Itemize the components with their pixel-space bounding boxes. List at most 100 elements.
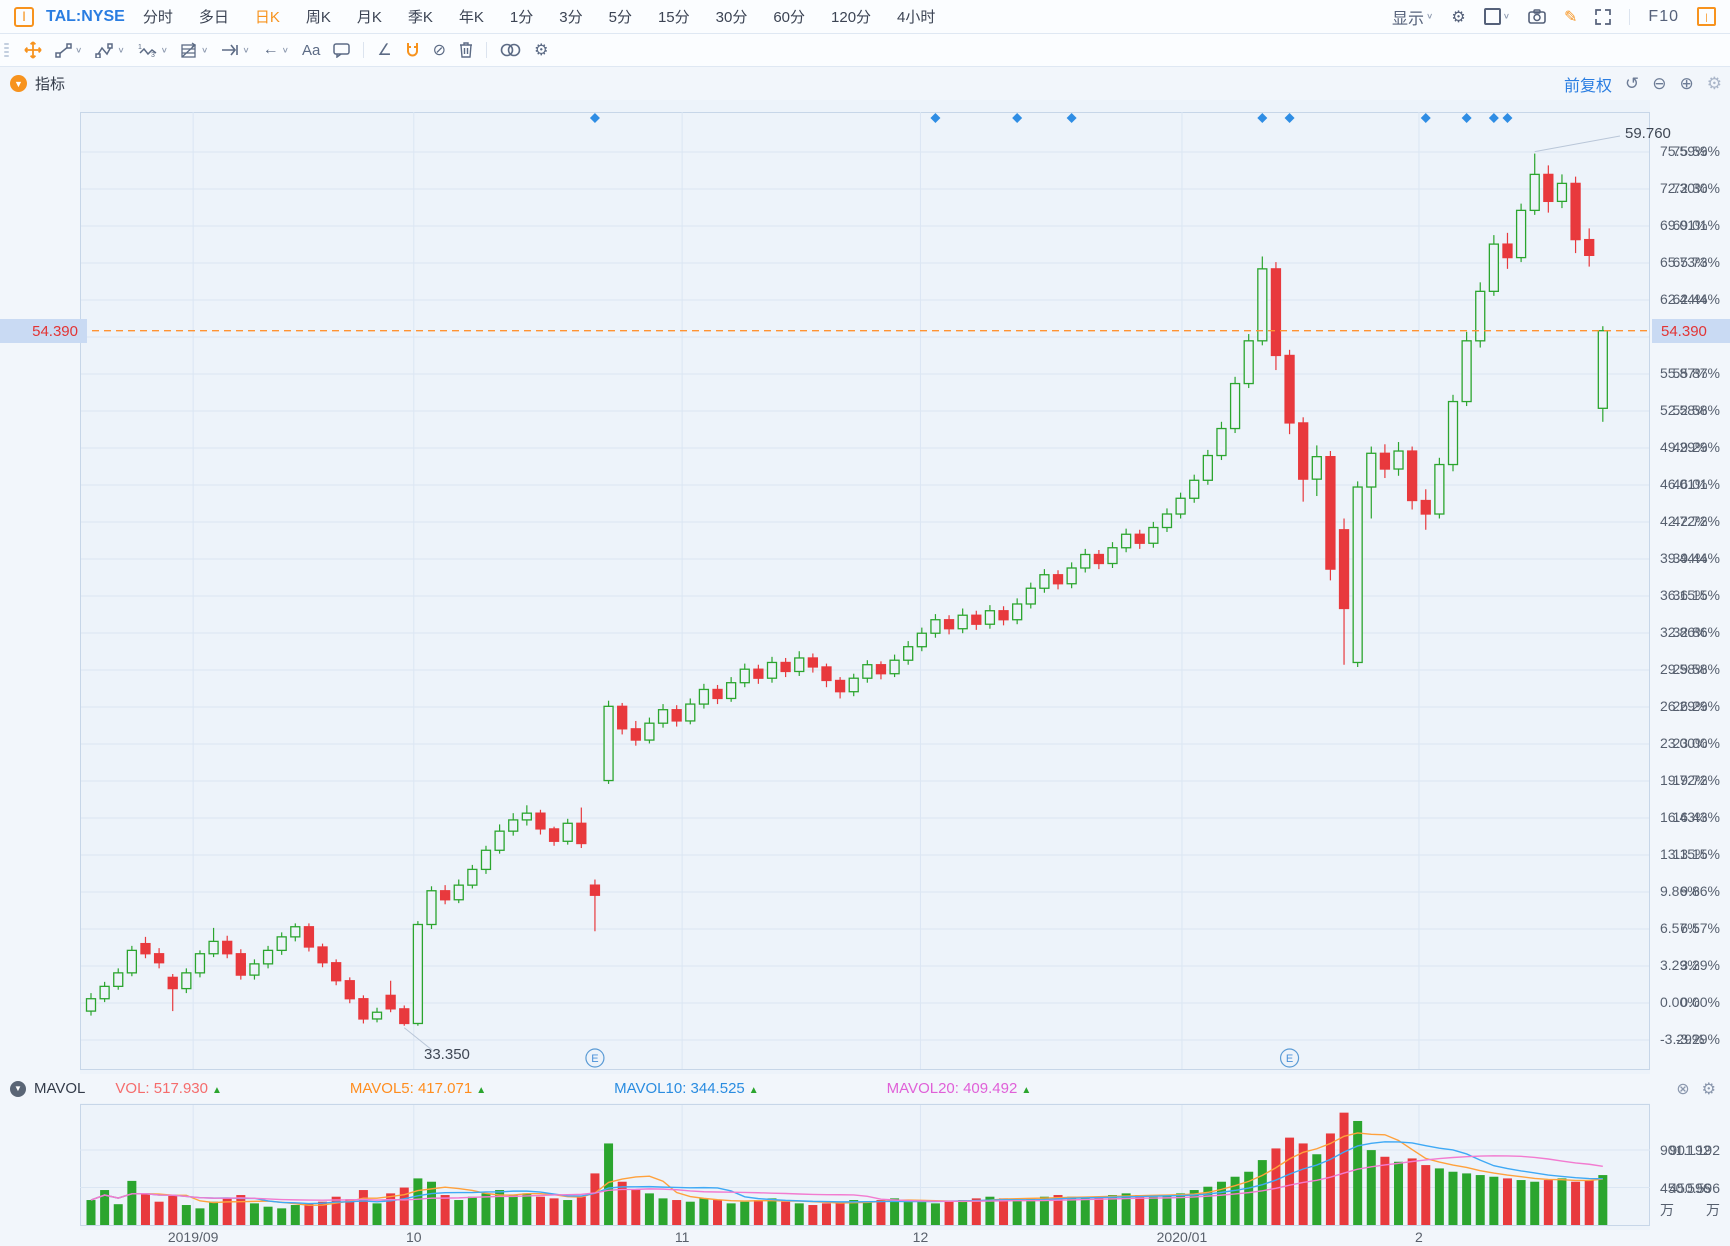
y-axis-label: 6.57% [1660,920,1700,936]
y-axis-label: 46.01% [1660,476,1707,492]
indicator-settings-icon[interactable]: ⚙ [1707,74,1722,94]
y-axis-label: 75.59% [1660,143,1707,159]
symbol-label[interactable]: TAL:NYSE [46,8,125,26]
delete-drawings-icon[interactable] [459,42,473,58]
candlestick-chart[interactable]: EE [80,100,1650,1075]
event-diamond-icon [1462,113,1472,123]
chart-type-dropdown[interactable]: ∨ [1484,8,1510,25]
move-tool-icon[interactable] [24,41,42,59]
y-axis-label: 16.43% [1660,809,1707,825]
event-diamond-icon [1489,113,1499,123]
text-tool-icon[interactable]: Aa [302,42,320,59]
event-diamond-icon [930,113,940,123]
mavol-value: VOL: 517.930▲ [115,1080,221,1097]
reset-zoom-icon[interactable]: ↺ [1625,74,1639,94]
chevron-down-icon: ∨ [161,46,168,55]
low-price-annotation: 33.350 [424,1046,470,1063]
event-diamond-icon [1257,113,1267,123]
zoom-in-icon[interactable]: ⊕ [1680,74,1694,94]
tab-15分[interactable]: 15分 [658,6,690,27]
magnet-tool-icon[interactable] [405,42,420,58]
tab-月K[interactable]: 月K [357,6,382,27]
tab-30分[interactable]: 30分 [716,6,748,27]
volume-axis-label: 万 [1660,1200,1674,1220]
event-diamond-icon [1421,113,1431,123]
event-diamond-icon [1502,113,1512,123]
comment-tool-icon[interactable] [333,43,350,58]
indicator-header: ▼ 指标 前复权 ↺ ⊖ ⊕ ⚙ [0,67,1730,100]
display-dropdown[interactable]: 显示∨ [1392,5,1433,29]
tab-1分[interactable]: 1分 [510,6,533,27]
chevron-down-icon: ∨ [75,46,82,55]
stock-chart-window: | TAL:NYSE 分时 多日 日K 周K 月K 季K 年K 1分 3分 5分 15分 30分 60分… [0,0,1730,1246]
arrow-tool-icon[interactable]: ←∨ [263,41,289,59]
stock-logo-icon[interactable]: | [14,7,34,27]
fibonacci-tool-icon[interactable]: ∨ [181,42,208,58]
adjust-mode-link[interactable]: 前复权 [1564,72,1612,96]
f10-button[interactable]: F10 [1648,8,1679,26]
grip-handle-icon[interactable] [4,43,9,57]
tab-周K[interactable]: 周K [306,6,331,27]
event-diamond-icon [1285,113,1295,123]
current-price-label-right: 54.390 [1652,319,1730,343]
fullscreen-icon[interactable] [1595,9,1611,25]
chevron-down-icon: ∨ [1503,12,1510,21]
up-triangle-icon: ▲ [476,1085,486,1096]
svg-text:E: E [1286,1053,1293,1065]
tab-年K[interactable]: 年K [459,6,484,27]
mavol-value: MAVOL20: 409.492▲ [887,1080,1032,1097]
y-axis-label: 65.73% [1660,254,1707,270]
svg-text:E: E [591,1053,598,1065]
close-pane-icon[interactable]: ⊗ [1676,1079,1689,1099]
tab-4小时[interactable]: 4小时 [897,6,935,27]
volume-chart[interactable] [80,1103,1650,1230]
earnings-marker: E [1281,1049,1299,1067]
tab-日K[interactable]: 日K [255,6,280,27]
tab-120分[interactable]: 120分 [831,6,871,27]
y-axis-label: 49.29% [1660,439,1707,455]
collapse-indicator-icon[interactable]: ▼ [10,75,27,92]
y-axis-label: 26.29% [1660,698,1707,714]
trendline-tool-icon[interactable]: ∨ [55,43,82,58]
horizontal-ray-tool-icon[interactable]: ∨ [221,44,249,56]
chevron-down-icon: ∨ [282,46,289,55]
volume-axis-label: 450.596 [1660,1180,1711,1196]
y-axis-label: 32.86% [1660,624,1707,640]
tab-多日[interactable]: 多日 [199,6,229,27]
earnings-marker: E [586,1049,604,1067]
settings-gear-icon[interactable]: ⚙ [1451,7,1465,27]
tab-季K[interactable]: 季K [408,6,433,27]
chevron-down-icon: ∨ [242,46,249,55]
event-diamond-icon [1012,113,1022,123]
up-triangle-icon: ▲ [212,1085,222,1096]
top-toolbar: | TAL:NYSE 分时 多日 日K 周K 月K 季K 年K 1分 3分 5分 15分 30分 60分… [0,0,1730,34]
y-axis-label: 29.58% [1660,661,1707,677]
screenshot-camera-icon[interactable] [1528,9,1546,24]
wave-tool-icon[interactable]: 1 3 ∨ [138,42,168,58]
y-axis-label: 42.72% [1660,513,1707,529]
tab-3分[interactable]: 3分 [559,6,582,27]
svg-text:3: 3 [151,52,155,58]
tab-5分[interactable]: 5分 [609,6,632,27]
y-axis-label: 3.29% [1660,957,1700,973]
mavol-label[interactable]: MAVOL [34,1080,85,1097]
angle-tool-icon[interactable]: ∠ [377,40,391,60]
x-axis-label: 2 [1415,1229,1423,1245]
y-axis-label: 39.44% [1660,550,1707,566]
y-axis-label: -3.29% [1660,1031,1704,1047]
zoom-out-icon[interactable]: ⊖ [1652,74,1666,94]
hide-drawings-icon[interactable]: ⊘ [433,40,446,60]
link-charts-icon[interactable] [500,43,521,57]
collapse-indicator-icon[interactable]: ▼ [10,1081,26,1097]
sidebar-toggle-icon[interactable]: | [1697,7,1716,26]
tab-分时[interactable]: 分时 [143,6,173,27]
polyline-tool-icon[interactable]: ∨ [95,43,124,58]
up-triangle-icon: ▲ [1021,1085,1031,1096]
indicator-label[interactable]: 指标 [35,73,65,94]
draw-pencil-icon[interactable]: ✎ [1564,7,1577,27]
tab-60分[interactable]: 60分 [773,6,805,27]
mavol-settings-icon[interactable]: ⚙ [1702,1079,1716,1099]
svg-text:1: 1 [138,44,142,51]
event-diamond-icon [1067,113,1077,123]
drawing-settings-icon[interactable]: ⚙ [534,40,548,60]
